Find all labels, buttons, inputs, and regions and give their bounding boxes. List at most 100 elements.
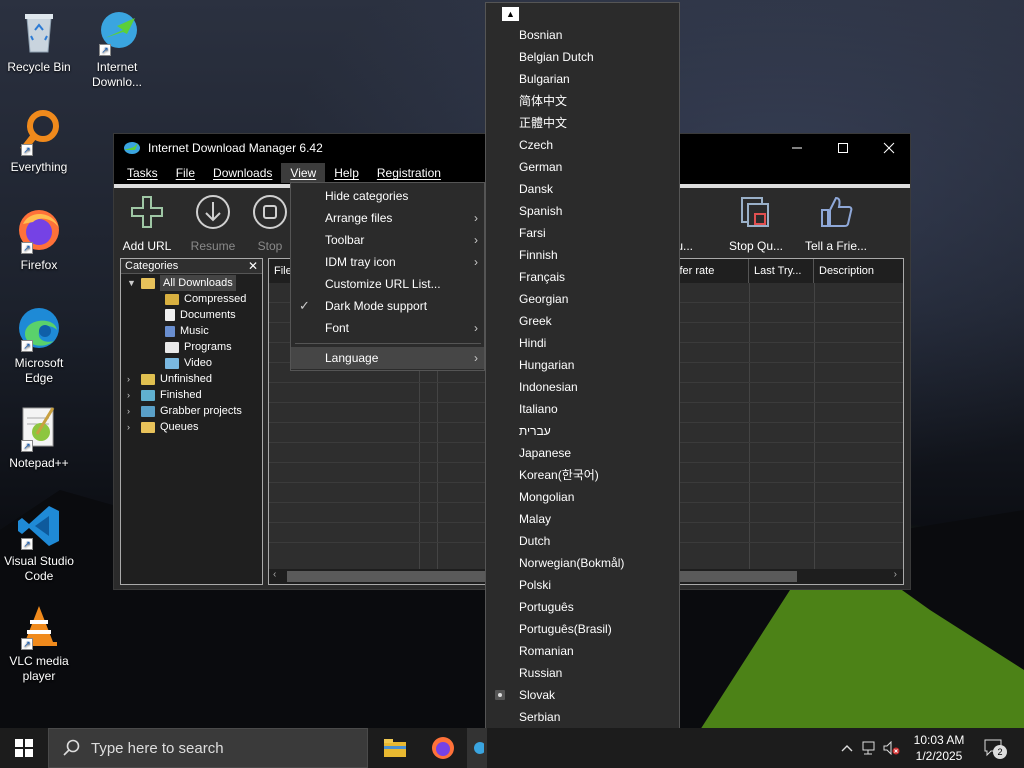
tree-unfinished[interactable]: › Unfinished <box>127 371 212 387</box>
view-idm-tray-icon[interactable]: IDM tray icon › <box>291 251 484 273</box>
language-item[interactable]: Hindi <box>486 332 679 354</box>
tree-all-downloads[interactable]: ▼ All Downloads <box>127 275 236 291</box>
desktop-icon-firefox[interactable]: ↗ Firefox <box>2 206 76 273</box>
language-item[interactable]: Hungarian <box>486 354 679 376</box>
taskbar-file-explorer[interactable] <box>371 728 419 768</box>
language-item[interactable]: Mongolian <box>486 486 679 508</box>
tree-finished[interactable]: › Finished <box>127 387 202 403</box>
language-item[interactable]: Bulgarian <box>486 68 679 90</box>
expand-icon[interactable]: › <box>127 419 137 435</box>
view-customize-url-list[interactable]: Customize URL List... <box>291 273 484 295</box>
desktop-icon-idm[interactable]: ↗ Internet Downlo... <box>80 8 154 90</box>
language-label: Czech <box>519 138 554 152</box>
language-item[interactable]: Dansk <box>486 178 679 200</box>
taskbar-firefox[interactable] <box>419 728 467 768</box>
view-toolbar[interactable]: Toolbar › <box>291 229 484 251</box>
taskbar-search[interactable]: Type here to search <box>48 728 368 768</box>
desktop-icon-everything[interactable]: ↗ Everything <box>2 108 76 175</box>
windows-icon <box>15 739 33 757</box>
view-language[interactable]: Language › <box>291 347 484 369</box>
close-categories-icon[interactable]: ✕ <box>248 259 258 274</box>
menu-tasks[interactable]: Tasks <box>118 163 167 183</box>
language-label: Bosnian <box>519 28 563 42</box>
add-url-button[interactable]: Add URL <box>114 194 180 253</box>
language-item[interactable]: Português(Brasil) <box>486 618 679 640</box>
language-label: Bulgarian <box>519 72 570 86</box>
scroll-up-button[interactable]: ▲ <box>502 7 519 21</box>
language-item[interactable]: Bosnian <box>486 24 679 46</box>
scroll-right-icon[interactable]: › <box>894 569 897 580</box>
desktop-icon-vlc[interactable]: ↗ VLC media player <box>2 602 76 684</box>
language-item[interactable]: German <box>486 156 679 178</box>
language-item[interactable]: Slovak <box>486 684 679 706</box>
stop-queue-button[interactable]: Stop Qu... <box>720 194 792 253</box>
menu-help[interactable]: Help <box>325 163 368 183</box>
view-font[interactable]: Font › <box>291 317 484 339</box>
language-item[interactable]: Italiano <box>486 398 679 420</box>
column-description[interactable]: Description <box>814 259 903 283</box>
menu-downloads[interactable]: Downloads <box>204 163 281 183</box>
menu-file[interactable]: File <box>167 163 204 183</box>
network-tray[interactable] <box>860 728 880 768</box>
language-item[interactable]: Français <box>486 266 679 288</box>
column-last-try[interactable]: Last Try... <box>749 259 814 283</box>
clock[interactable]: 10:03 AM 1/2/2025 <box>904 732 974 764</box>
language-item[interactable]: Português <box>486 596 679 618</box>
tree-grabber-projects[interactable]: › Grabber projects <box>127 403 242 419</box>
tree-video[interactable]: Video <box>165 355 212 371</box>
language-item[interactable]: Norwegian(Bokmål) <box>486 552 679 574</box>
language-item[interactable]: 正體中文 <box>486 112 679 134</box>
language-item[interactable]: Indonesian <box>486 376 679 398</box>
language-item[interactable]: Japanese <box>486 442 679 464</box>
tree-music[interactable]: Music <box>165 323 209 339</box>
maximize-button[interactable] <box>820 134 866 162</box>
language-item[interactable]: Belgian Dutch <box>486 46 679 68</box>
language-item[interactable]: Dutch <box>486 530 679 552</box>
menu-registration[interactable]: Registration <box>368 163 450 183</box>
column-transfer-rate[interactable]: sfer rate <box>669 259 749 283</box>
language-label: Français <box>519 270 566 284</box>
expand-icon[interactable]: › <box>127 371 137 387</box>
view-hide-categories[interactable]: Hide categories <box>291 185 484 207</box>
resume-button[interactable]: Resume <box>180 194 246 253</box>
language-item[interactable]: 简体中文 <box>486 90 679 112</box>
tree-compressed[interactable]: Compressed <box>165 291 246 307</box>
taskbar-idm[interactable] <box>467 728 487 768</box>
language-item[interactable]: Russian <box>486 662 679 684</box>
language-item[interactable]: Korean(한국어) <box>486 464 679 486</box>
minimize-button[interactable] <box>774 134 820 162</box>
desktop-icon-vscode[interactable]: ↗ Visual Studio Code <box>2 502 76 584</box>
desktop-icon-recycle-bin[interactable]: Recycle Bin <box>2 8 76 75</box>
desktop-icon-edge[interactable]: ↗ Microsoft Edge <box>2 304 76 386</box>
menu-view[interactable]: View <box>281 163 326 183</box>
tree-programs[interactable]: Programs <box>165 339 232 355</box>
view-dark-mode-support[interactable]: ✓ Dark Mode support <box>291 295 484 317</box>
expand-icon[interactable]: › <box>127 403 137 419</box>
tree-queues[interactable]: › Queues <box>127 419 199 435</box>
language-item[interactable]: Georgian <box>486 288 679 310</box>
notification-center[interactable]: 2 <box>980 728 1010 768</box>
language-item[interactable]: Malay <box>486 508 679 530</box>
tell-friend-button[interactable]: Tell a Frie... <box>800 194 872 253</box>
language-item[interactable]: Spanish <box>486 200 679 222</box>
language-item[interactable]: Finnish <box>486 244 679 266</box>
start-button[interactable] <box>0 728 48 768</box>
desktop-icon-notepadpp[interactable]: ↗ Notepad++ <box>2 404 76 471</box>
scroll-left-icon[interactable]: ‹ <box>273 569 276 580</box>
volume-tray[interactable] <box>882 728 902 768</box>
close-button[interactable] <box>866 134 912 162</box>
show-hidden-icons[interactable] <box>838 728 856 768</box>
tree-documents[interactable]: Documents <box>165 307 236 323</box>
language-item[interactable]: Czech <box>486 134 679 156</box>
language-item[interactable]: Farsi <box>486 222 679 244</box>
language-item[interactable]: Romanian <box>486 640 679 662</box>
language-item[interactable]: Greek <box>486 310 679 332</box>
language-item[interactable]: Polski <box>486 574 679 596</box>
view-arrange-files[interactable]: Arrange files › <box>291 207 484 229</box>
language-item[interactable]: Serbian <box>486 706 679 728</box>
language-item[interactable]: עברית <box>486 420 679 442</box>
expand-icon[interactable]: › <box>127 387 137 403</box>
language-label: German <box>519 160 563 174</box>
stop-button[interactable]: Stop <box>246 194 294 253</box>
collapse-icon[interactable]: ▼ <box>127 275 137 291</box>
